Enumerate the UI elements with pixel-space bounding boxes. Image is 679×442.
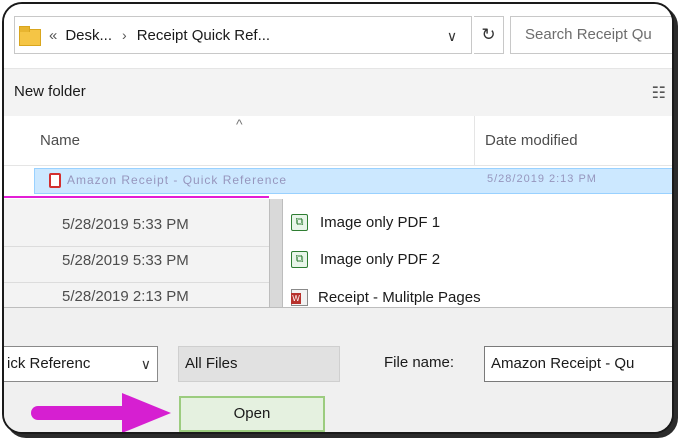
pane-splitter[interactable] — [269, 199, 283, 307]
list-item[interactable]: ⧉ Image only PDF 2 — [291, 247, 440, 271]
row-divider — [4, 282, 269, 283]
pdf-image-icon: ⧉ — [291, 250, 308, 268]
file-name: Receipt - Mulitple Pages — [318, 288, 481, 306]
pointer-arrow-icon — [31, 393, 171, 432]
open-button[interactable]: Open — [179, 396, 325, 432]
file-type-dropdown[interactable]: ick Referenc ∨ — [4, 346, 158, 382]
breadcrumb-desktop[interactable]: Desk... — [65, 27, 112, 44]
pdf-icon — [49, 173, 61, 188]
chevron-down-icon: ∨ — [140, 356, 151, 372]
selected-file-date: 5/28/2019 2:13 PM — [487, 173, 597, 185]
file-type-value: ick Referenc — [7, 355, 91, 372]
refresh-button[interactable]: ↻ — [474, 16, 504, 54]
file-filter-box[interactable]: All Files — [178, 346, 340, 382]
search-input[interactable]: Search Receipt Qu — [510, 16, 672, 54]
file-open-dialog: « Desk... › Receipt Quick Ref... ∨ ↻ Sea… — [2, 2, 674, 434]
column-header-name[interactable]: Name — [40, 132, 80, 149]
folder-icon — [19, 25, 41, 46]
column-divider[interactable] — [474, 116, 475, 166]
file-name: Image only PDF 1 — [320, 213, 441, 231]
date-column-pane: 5/28/2019 5:33 PM 5/28/2019 5:33 PM 5/28… — [4, 199, 269, 307]
pdf-image-icon: ⧉ — [291, 213, 308, 231]
row-divider — [4, 246, 269, 247]
selected-file-name: Amazon Receipt - Quick Reference — [67, 173, 288, 187]
selected-file-row[interactable]: Amazon Receipt - Quick Reference 5/28/20… — [34, 168, 672, 194]
sort-ascending-icon: ^ — [236, 116, 243, 132]
list-item-date: 5/28/2019 5:33 PM — [62, 216, 189, 233]
new-folder-button[interactable]: New folder — [14, 83, 86, 100]
address-bar-row: « Desk... › Receipt Quick Ref... ∨ ↻ Sea… — [4, 4, 672, 68]
list-item[interactable]: Receipt - Mulitple Pages — [291, 285, 481, 309]
dialog-footer: ick Referenc ∨ All Files File name: Amaz… — [4, 307, 672, 432]
address-bar[interactable]: « Desk... › Receipt Quick Ref... ∨ — [14, 16, 472, 54]
word-doc-icon — [291, 288, 308, 306]
toolbar: New folder ☷ — [4, 68, 672, 116]
list-item[interactable]: ⧉ Image only PDF 1 — [291, 210, 440, 234]
file-name: Image only PDF 2 — [320, 250, 441, 268]
column-header-row: Name ^ Date modified — [4, 116, 672, 166]
list-item-date: 5/28/2019 5:33 PM — [62, 252, 189, 269]
file-name-input[interactable]: Amazon Receipt - Qu — [484, 346, 672, 382]
breadcrumb-receipt-folder[interactable]: Receipt Quick Ref... — [137, 27, 270, 44]
view-options-icon[interactable]: ☷ — [652, 83, 666, 103]
address-dropdown-icon[interactable]: ∨ — [437, 24, 467, 48]
breadcrumb-separator-icon[interactable]: › — [122, 27, 127, 43]
glitch-line — [4, 196, 269, 198]
file-name-label: File name: — [384, 354, 455, 371]
column-header-date-modified[interactable]: Date modified — [485, 132, 578, 149]
list-item-date: 5/28/2019 2:13 PM — [62, 288, 189, 305]
overflow-chevron-icon[interactable]: « — [49, 27, 57, 44]
file-list-pane: ⧉ Image only PDF 1 ⧉ Image only PDF 2 Re… — [283, 199, 672, 309]
